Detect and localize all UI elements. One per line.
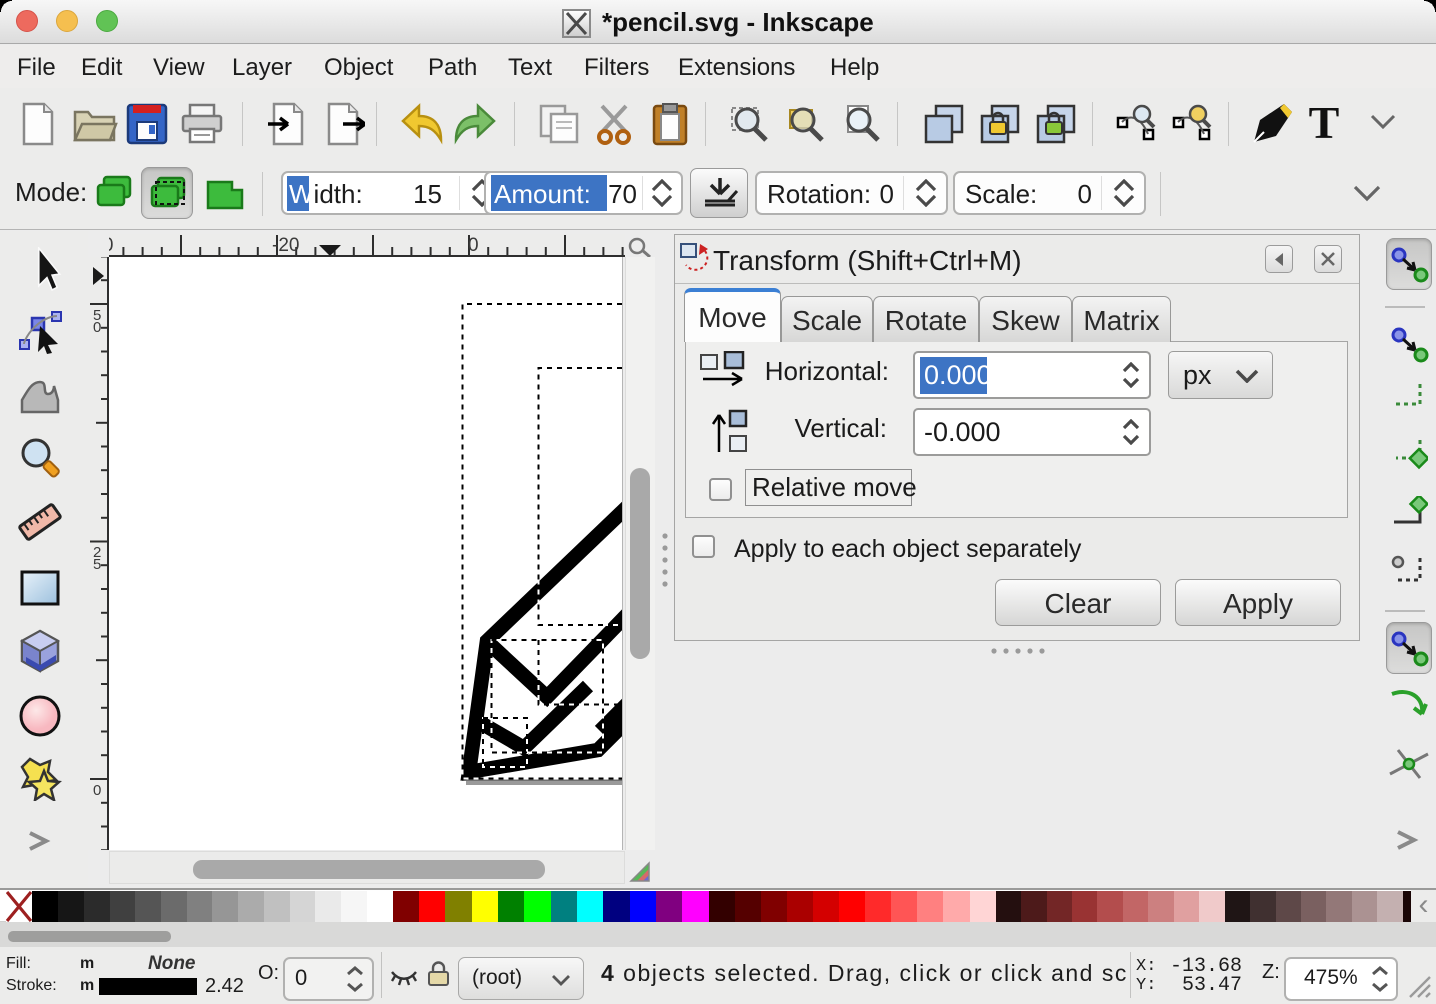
- svg-text:T: T: [1309, 100, 1340, 146]
